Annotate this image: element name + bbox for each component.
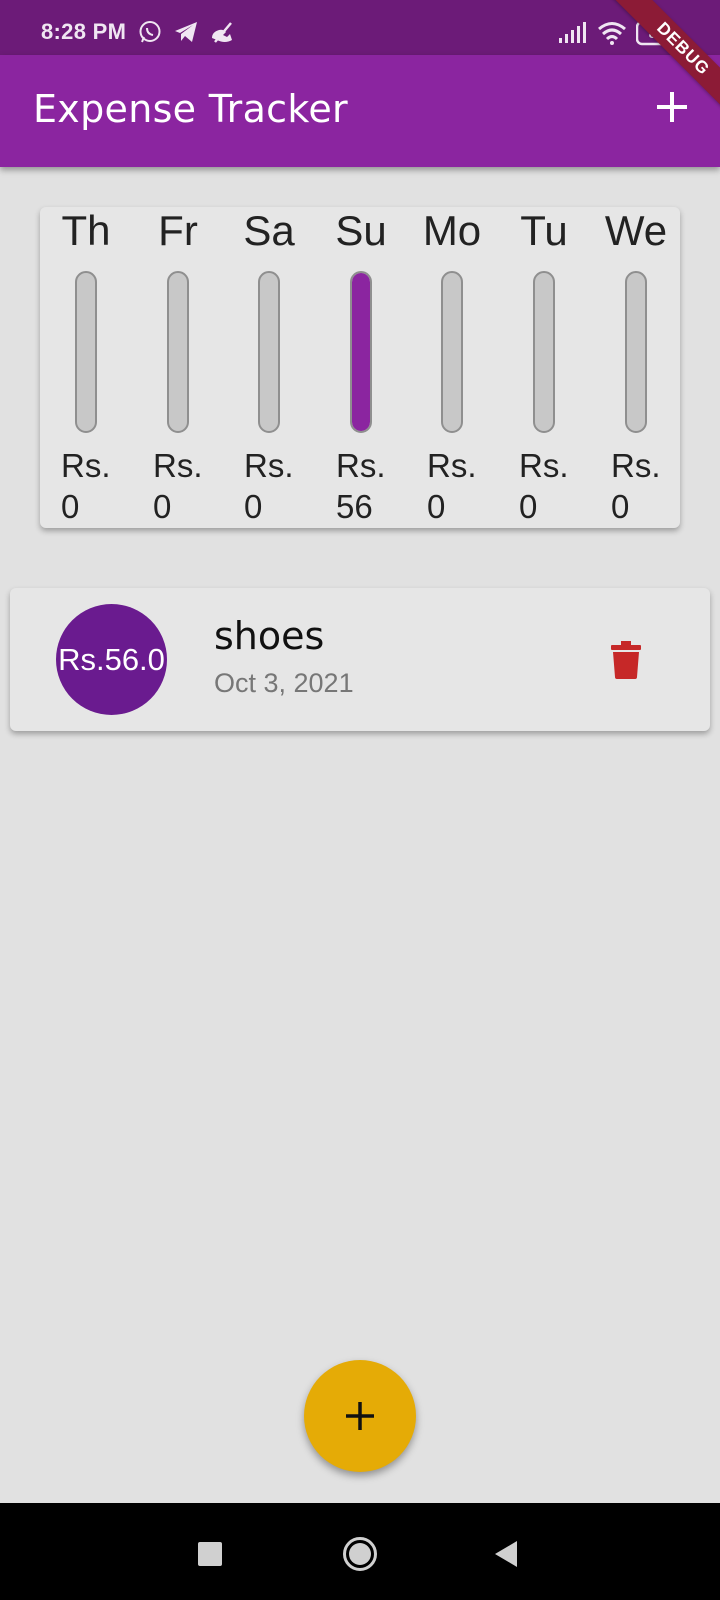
chart-day-label: Mo [422,207,482,254]
chart-currency-label: Rs. [519,447,569,484]
chart-currency-label: Rs. [336,447,386,484]
chart-bar-track [350,271,372,433]
telegram-icon [173,20,199,48]
missed-call-icon [209,20,235,48]
add-transaction-fab[interactable] [304,1360,416,1472]
chart-currency-label: Rs. [427,447,477,484]
transaction-card: Rs.56.0 shoes Oct 3, 2021 [10,588,710,731]
chart-day-label: We [604,207,668,254]
recents-icon[interactable] [197,1541,223,1571]
chart-bar-track [533,271,555,433]
home-icon[interactable] [342,1536,378,1576]
chart-bar-track [75,271,97,433]
app-title: Expense Tracker [33,87,348,131]
chart-day-label: Th [61,207,111,254]
whatsapp-icon [138,20,162,48]
status-bar: 8:28 PM 80 [0,0,720,55]
chart-currency-label: Rs. [61,447,111,484]
app-bar: Expense Tracker [0,55,720,167]
back-icon[interactable] [494,1540,518,1572]
chart-amount-label: 56 [336,488,373,525]
add-icon[interactable] [652,87,692,127]
chart-day-label: Tu [520,207,568,254]
transaction-date: Oct 3, 2021 [214,668,354,698]
transaction-title: shoes [214,614,325,658]
chart-amount-label: 0 [244,488,263,525]
chart-day-label: Sa [243,207,295,254]
chart-amount-label: 0 [519,488,538,525]
chart-bar-sa: Sa Rs. 0 [223,207,315,528]
chart-bar-track [625,271,647,433]
add-icon [346,1402,374,1430]
chart-bar-th: Th Rs. 0 [40,207,132,528]
delete-icon[interactable] [611,641,641,679]
chart-amount-label: 0 [427,488,446,525]
chart-bar-fr: Fr Rs. 0 [132,207,224,528]
signal-icon [558,22,588,48]
chart-amount-label: 0 [61,488,80,525]
chart-bar-mo: Mo Rs. 0 [406,207,498,528]
chart-amount-label: 0 [153,488,172,525]
wifi-icon [597,21,627,49]
chart-day-label: Su [335,207,387,254]
chart-bar-su: Su Rs. 56 [315,207,407,528]
chart-bar-we: We Rs. 0 [590,207,682,528]
chart-amount-label: 0 [611,488,630,525]
chart-bar-track [258,271,280,433]
chart-bar-track [441,271,463,433]
chart-day-label: Fr [158,207,198,254]
chart-currency-label: Rs. [153,447,203,484]
status-time: 8:28 PM [41,19,127,44]
weekly-chart: Th Rs. 0 Fr Rs. 0 Sa Rs. 0 Su Rs. 56 Mo Rs. 0 Tu Rs. 0 We R… [40,207,680,528]
navigation-bar [0,1503,720,1600]
chart-bar-tu: Tu Rs. 0 [498,207,590,528]
transaction-amount: Rs.56.0 [58,641,165,677]
chart-currency-label: Rs. [611,447,661,484]
chart-currency-label: Rs. [244,447,294,484]
transaction-amount-avatar: Rs.56.0 [56,604,167,715]
chart-bar-track [167,271,189,433]
chart-bar-fill [352,273,370,431]
